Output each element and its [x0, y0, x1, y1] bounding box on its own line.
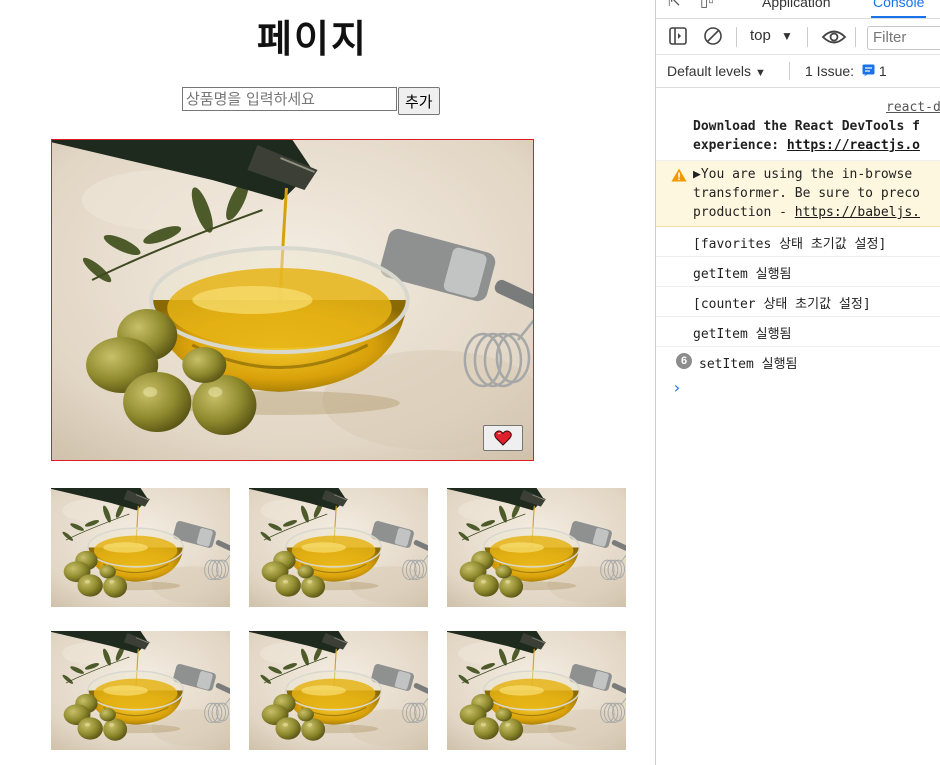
- console-prompt-icon[interactable]: ›: [672, 378, 682, 397]
- add-product-form: 추가: [182, 87, 440, 115]
- toolbar-divider: [807, 27, 808, 47]
- add-button[interactable]: 추가: [398, 87, 440, 115]
- sidebar-toggle-icon[interactable]: [668, 26, 688, 46]
- babeljs-link[interactable]: https://babeljs.: [795, 205, 920, 220]
- console-log-line: 6 setItem 실행됨: [656, 347, 940, 376]
- product-thumbnail[interactable]: [51, 631, 230, 750]
- device-toolbar-icon[interactable]: ▯▫: [700, 0, 714, 10]
- console-log-line: getItem 실행됨: [656, 317, 940, 347]
- warning-text: transformer. Be sure to preco: [693, 186, 920, 201]
- devtools-panel: ⇱ ▯▫ Application Console top ▼ Filter De…: [655, 0, 940, 765]
- reactjs-link[interactable]: https://reactjs.o: [787, 138, 920, 153]
- levels-dropdown[interactable]: Default levels ▼: [667, 63, 766, 79]
- message-text: Download the React DevTools f: [693, 119, 920, 134]
- warning-text: production - https://babeljs.: [693, 205, 920, 220]
- olive-oil-image: [52, 140, 533, 460]
- context-selector[interactable]: top ▼: [750, 27, 793, 44]
- favorite-button[interactable]: [483, 425, 523, 451]
- console-log-line: [favorites 상태 초기값 설정]: [656, 227, 940, 257]
- product-thumbnail[interactable]: [51, 488, 230, 607]
- product-thumbnail[interactable]: [249, 631, 428, 750]
- eye-icon[interactable]: [821, 28, 847, 46]
- product-thumbnail[interactable]: [447, 631, 626, 750]
- warning-text: production -: [693, 205, 795, 220]
- log-text: getItem 실행됨: [693, 267, 792, 282]
- message-text: experience: https://reactjs.o: [693, 138, 920, 153]
- product-thumbnail[interactable]: [249, 488, 428, 607]
- toolbar-divider: [789, 62, 790, 80]
- log-text: setItem 실행됨: [699, 357, 798, 372]
- console-toolbar: top ▼ Filter: [656, 20, 940, 55]
- console-levels-bar: Default levels ▼ 1 Issue: 1: [656, 55, 940, 88]
- heart-icon: [494, 430, 512, 446]
- product-thumbnail[interactable]: [447, 488, 626, 607]
- filter-input[interactable]: Filter: [867, 26, 940, 50]
- message-icon: [862, 64, 875, 77]
- chevron-down-icon: ▼: [754, 67, 766, 79]
- inspect-icon[interactable]: ⇱: [668, 0, 681, 10]
- context-label: top: [750, 27, 771, 44]
- devtools-tabs: ⇱ ▯▫ Application Console: [656, 0, 940, 19]
- console-warning: ▶You are using the in-browse transformer…: [656, 161, 940, 227]
- message-text: experience:: [693, 138, 787, 153]
- console-log-line: getItem 실행됨: [656, 257, 940, 287]
- product-name-input[interactable]: [182, 87, 397, 111]
- warning-icon: [671, 168, 687, 182]
- tab-console[interactable]: Console: [871, 0, 927, 18]
- issues-label: 1 Issue:: [805, 63, 855, 79]
- tab-application[interactable]: Application: [762, 0, 831, 10]
- source-link[interactable]: react-d: [886, 100, 940, 115]
- main-product-image: [51, 139, 534, 461]
- log-text: getItem 실행됨: [693, 327, 792, 342]
- toolbar-divider: [736, 27, 737, 47]
- log-text: [counter 상태 초기값 설정]: [693, 297, 871, 312]
- page-title: 페이지: [257, 17, 368, 61]
- app-page: 페이지 추가: [0, 0, 655, 765]
- toolbar-divider: [855, 27, 856, 47]
- issues-count: 1: [878, 63, 887, 79]
- issues-link[interactable]: 1 Issue: 1: [805, 63, 887, 79]
- repeat-count-badge: 6: [676, 353, 692, 369]
- levels-label: Default levels: [667, 63, 752, 79]
- console-message: react-d Download the React DevTools f ex…: [656, 88, 940, 161]
- chevron-down-icon: ▼: [781, 29, 793, 43]
- log-text: [favorites 상태 초기값 설정]: [693, 237, 887, 252]
- console-log-line: [counter 상태 초기값 설정]: [656, 287, 940, 317]
- warning-text[interactable]: ▶You are using the in-browse: [693, 167, 912, 182]
- clear-console-icon[interactable]: [703, 26, 723, 46]
